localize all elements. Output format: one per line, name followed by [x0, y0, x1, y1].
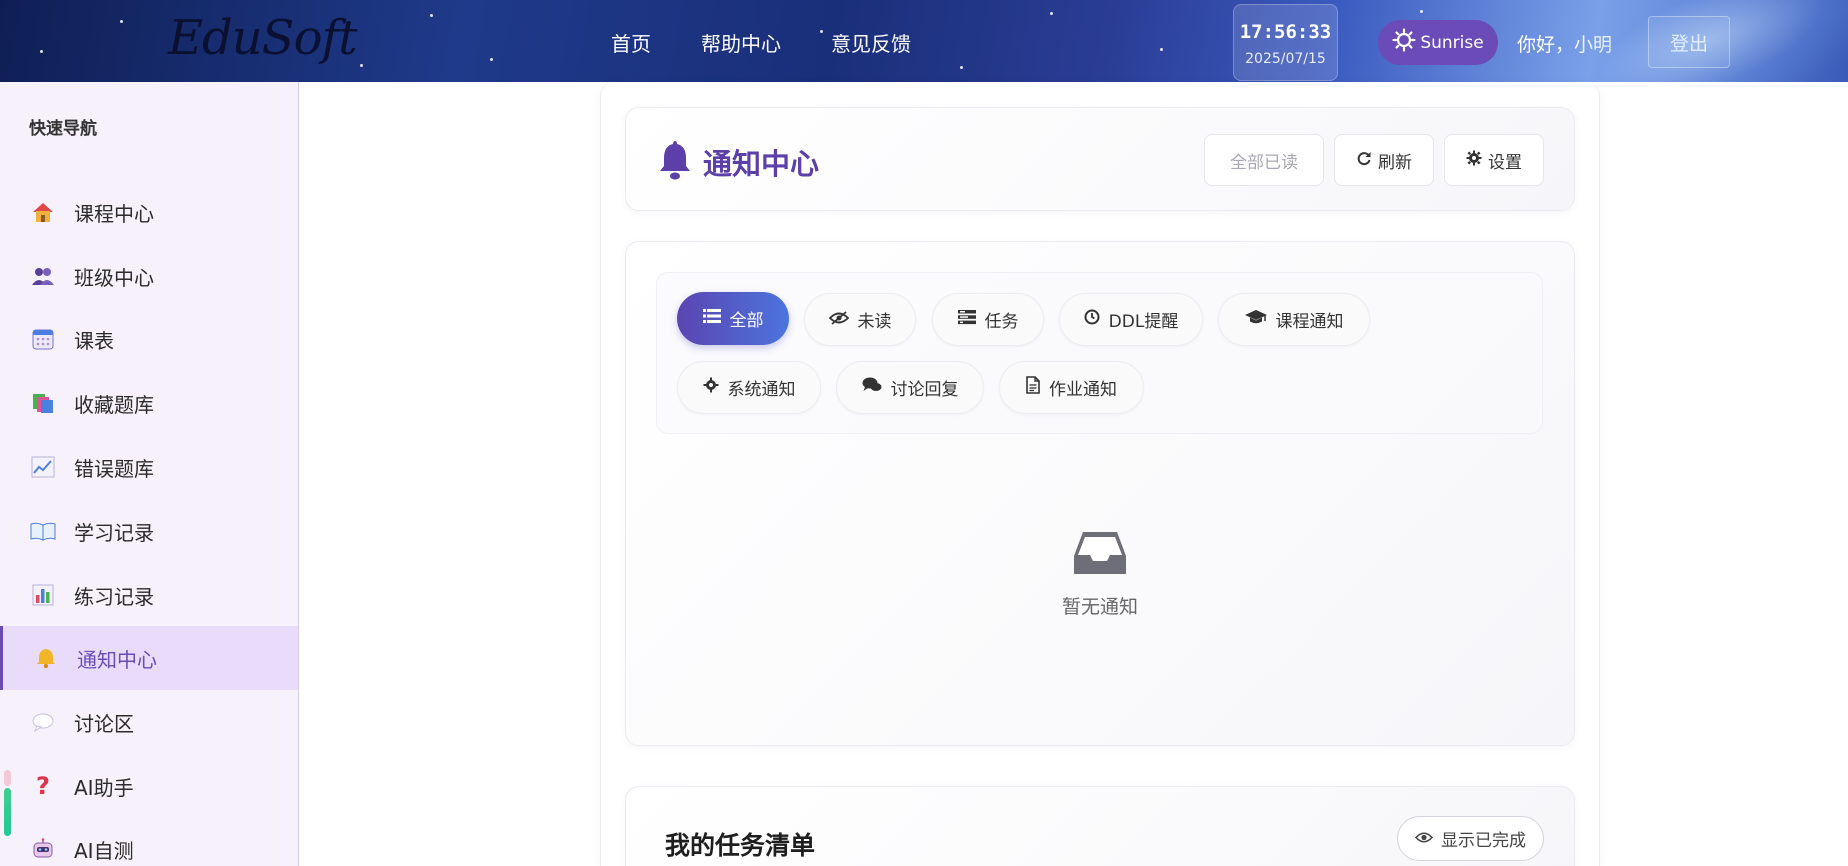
eye-slash-icon	[828, 310, 849, 330]
sun-icon	[1392, 28, 1416, 57]
sidebar-item-label: 学习记录	[74, 520, 154, 545]
scroll-indicator[interactable]	[4, 788, 11, 836]
theme-toggle-button[interactable]: Sunrise	[1378, 20, 1498, 65]
nav-feedback[interactable]: 意见反馈	[831, 28, 911, 57]
filter-label: 讨论回复	[890, 380, 959, 400]
task-list-title: 我的任务清单	[665, 831, 816, 860]
sidebar-item-label: 课程中心	[74, 201, 154, 226]
sidebar-item-schedule[interactable]: 课表	[0, 307, 298, 371]
bookmark-tabs-icon	[30, 391, 56, 415]
sidebar-item-notifications[interactable]: 通知中心	[0, 626, 298, 690]
empty-message: 暂无通知	[1061, 596, 1138, 618]
sidebar-item-study-records[interactable]: 学习记录	[0, 499, 298, 563]
filter-course-notices[interactable]: 课程通知	[1218, 293, 1370, 346]
gear-icon	[703, 377, 719, 398]
sidebar-item-favorites[interactable]: 收藏题库	[0, 371, 298, 435]
top-header: EduSoft 首页 帮助中心 意见反馈 17:56:33 2025/07/15…	[0, 0, 1848, 82]
filter-label: 课程通知	[1275, 312, 1344, 332]
filter-all[interactable]: 全部	[677, 292, 789, 345]
users-icon	[30, 264, 56, 288]
clock-date: 2025/07/15	[1245, 51, 1326, 67]
empty-state: 暂无通知	[1000, 530, 1200, 619]
sidebar-item-discussion[interactable]: 讨论区	[0, 690, 298, 754]
list-icon	[702, 308, 721, 329]
sidebar-item-practice-records[interactable]: 练习记录	[0, 563, 298, 627]
refresh-button[interactable]: 刷新	[1334, 134, 1434, 186]
mark-all-read-button[interactable]: 全部已读	[1204, 134, 1324, 186]
sidebar-item-label: 收藏题库	[74, 392, 154, 417]
chart-line-icon	[30, 455, 56, 479]
refresh-label: 刷新	[1378, 152, 1412, 173]
sidebar-item-courses[interactable]: 课程中心	[0, 180, 298, 244]
filter-label: 系统通知	[727, 380, 796, 400]
sidebar-item-label: 讨论区	[74, 711, 134, 736]
filter-label: 全部	[729, 311, 764, 331]
refresh-icon	[1356, 150, 1372, 171]
sidebar-item-ai-assistant[interactable]: ? AI助手	[0, 754, 298, 818]
page-title: 通知中心	[655, 138, 819, 186]
scroll-indicator-top	[4, 770, 11, 786]
filter-ddl[interactable]: DDL提醒	[1059, 293, 1203, 346]
clock-widget: 17:56:33 2025/07/15	[1233, 4, 1338, 81]
sidebar-item-label: 错误题库	[74, 456, 154, 481]
bar-chart-icon	[30, 583, 56, 607]
sidebar-item-ai-selftest[interactable]: AI自测	[0, 817, 298, 866]
open-book-icon	[30, 519, 56, 543]
sidebar-item-label: 班级中心	[74, 265, 154, 290]
logout-button[interactable]: 登出	[1648, 16, 1730, 68]
inbox-icon	[1073, 532, 1127, 580]
calendar-icon	[30, 327, 56, 351]
question-mark-icon: ?	[36, 772, 50, 800]
clock-icon	[1084, 309, 1100, 330]
theme-label: Sunrise	[1420, 32, 1484, 53]
app-logo[interactable]: EduSoft	[168, 10, 358, 66]
sidebar-item-label: AI助手	[74, 775, 134, 800]
filter-label: 作业通知	[1049, 380, 1117, 400]
sidebar-item-mistakes[interactable]: 错误题库	[0, 435, 298, 499]
sidebar: 快速导航 课程中心 班级中心 课表 收藏题库 错误题库 学习记录 练习记录 通知…	[0, 82, 299, 866]
sidebar-item-label: 通知中心	[77, 647, 157, 672]
show-completed-label: 显示已完成	[1441, 831, 1526, 851]
settings-button[interactable]: 设置	[1444, 134, 1544, 186]
filter-label: DDL提醒	[1108, 312, 1179, 332]
bell-icon	[655, 138, 695, 186]
sidebar-item-classes[interactable]: 班级中心	[0, 244, 298, 308]
filter-tasks[interactable]: 任务	[932, 293, 1044, 346]
show-completed-button[interactable]: 显示已完成	[1397, 816, 1544, 861]
eye-icon	[1414, 829, 1434, 849]
tasks-icon	[957, 309, 976, 330]
speech-bubble-icon	[30, 710, 56, 734]
comments-icon	[862, 377, 882, 398]
filter-system-notices[interactable]: 系统通知	[677, 361, 821, 414]
filter-unread[interactable]: 未读	[804, 293, 916, 346]
filter-label: 未读	[857, 312, 892, 332]
settings-label: 设置	[1488, 152, 1522, 173]
clock-time: 17:56:33	[1239, 21, 1332, 43]
filter-homework-notices[interactable]: 作业通知	[999, 361, 1144, 414]
document-icon	[1026, 376, 1040, 399]
house-icon	[30, 200, 56, 224]
bell-icon	[33, 646, 59, 670]
graduation-cap-icon	[1244, 309, 1267, 330]
sidebar-title: 快速导航	[29, 119, 97, 139]
sidebar-item-label: 课表	[74, 328, 114, 353]
gear-icon	[1466, 150, 1482, 171]
sidebar-item-label: 练习记录	[74, 584, 154, 609]
sidebar-item-label: AI自测	[74, 838, 134, 863]
user-greeting: 你好，小明	[1517, 34, 1613, 56]
filter-discussion-replies[interactable]: 讨论回复	[836, 361, 984, 414]
page-title-text: 通知中心	[703, 147, 820, 181]
nav-help-center[interactable]: 帮助中心	[701, 28, 781, 57]
filter-label: 任务	[984, 312, 1019, 332]
nav-home[interactable]: 首页	[611, 28, 651, 57]
robot-icon	[30, 837, 56, 861]
